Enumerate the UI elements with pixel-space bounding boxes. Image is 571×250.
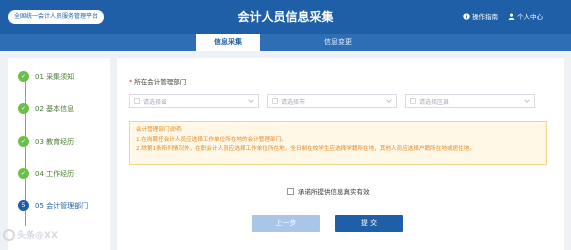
top-links: 操作指南 个人中心 <box>463 11 543 21</box>
department-field-label: * 所在会计管理部门 <box>129 78 187 86</box>
personal-center-link[interactable]: 个人中心 <box>508 11 543 21</box>
step-label: 03 教育经历 <box>35 137 75 146</box>
step-number: 5 <box>18 200 29 211</box>
step-item[interactable]: ✓ 04 工作经历 <box>18 168 74 179</box>
notice-box: 会计管理部门说明: 1.在岗聘任会计人员应选择工作单位所在地的会计管理部门。 2… <box>129 121 547 165</box>
tab-info-collection[interactable]: 信息采集 <box>196 34 260 51</box>
steps-sidebar: ✓ 01 采集须知 ✓ 02 基本信息 ✓ 03 教育经历 ✓ 04 工作经历 … <box>8 58 110 250</box>
tab-bar: 信息采集 信息变更 <box>0 34 571 51</box>
commitment-row[interactable]: 承诺所提供信息真实有效 <box>287 186 370 196</box>
chevron-down-icon <box>524 99 530 103</box>
step-label: 05 会计管理部门 <box>35 201 89 210</box>
location-icon <box>410 98 416 104</box>
province-placeholder: 请选择省 <box>143 98 168 106</box>
step-item[interactable]: ✓ 03 教育经历 <box>18 136 74 147</box>
location-icon <box>272 98 278 104</box>
guide-link-label: 操作指南 <box>472 13 498 21</box>
watermark: 头条@XX <box>3 228 58 241</box>
submit-button[interactable]: 提 交 <box>335 215 403 232</box>
step-item[interactable]: ✓ 01 采集须知 <box>18 71 74 82</box>
step-item[interactable]: ✓ 02 基本信息 <box>18 103 74 114</box>
step-item-current[interactable]: 5 05 会计管理部门 <box>18 200 88 211</box>
step-label: 02 基本信息 <box>35 104 75 113</box>
check-icon: ✓ <box>18 103 29 114</box>
prev-step-button[interactable]: 上一步 <box>252 215 320 232</box>
notice-line: 1.在岗聘任会计人员应选择工作单位所在地的会计管理部门。 <box>136 136 287 143</box>
guide-link[interactable]: 操作指南 <box>463 11 498 21</box>
personal-center-label: 个人中心 <box>517 13 543 21</box>
watermark-logo-icon <box>3 228 15 241</box>
commitment-label: 承诺所提供信息真实有效 <box>298 188 370 196</box>
notice-line: 2.除第1条所列情况外，在职会计人员应选择工作单位所在地，全日制在校学生应选择学… <box>136 146 475 152</box>
city-select[interactable]: 请选择市 <box>267 94 397 108</box>
county-select[interactable]: 请选择区县 <box>405 94 535 108</box>
chevron-down-icon <box>386 99 392 103</box>
chevron-down-icon <box>248 99 254 103</box>
notice-title: 会计管理部门说明: <box>136 127 183 133</box>
watermark-text: 头条@XX <box>17 231 58 241</box>
city-placeholder: 请选择市 <box>281 98 306 106</box>
user-icon <box>508 13 515 20</box>
check-icon: ✓ <box>18 71 29 82</box>
top-bar: 全国统一会计人员服务管理平台 会计人员信息采集 操作指南 个人中心 <box>0 0 571 34</box>
province-select[interactable]: 请选择省 <box>129 94 259 108</box>
form-panel: * 所在会计管理部门 请选择省 请选择市 请选择区县 会计管理部门说明: 1.在岗… <box>117 58 564 250</box>
county-placeholder: 请选择区县 <box>419 98 450 106</box>
step-label: 01 采集须知 <box>35 72 75 81</box>
location-icon <box>134 98 140 104</box>
required-marker: * <box>129 78 133 86</box>
step-label: 04 工作经历 <box>35 169 75 178</box>
info-icon <box>463 12 470 20</box>
tab-info-change[interactable]: 信息变更 <box>306 34 370 51</box>
commitment-checkbox[interactable] <box>287 187 294 195</box>
check-icon: ✓ <box>18 168 29 179</box>
check-icon: ✓ <box>18 136 29 147</box>
